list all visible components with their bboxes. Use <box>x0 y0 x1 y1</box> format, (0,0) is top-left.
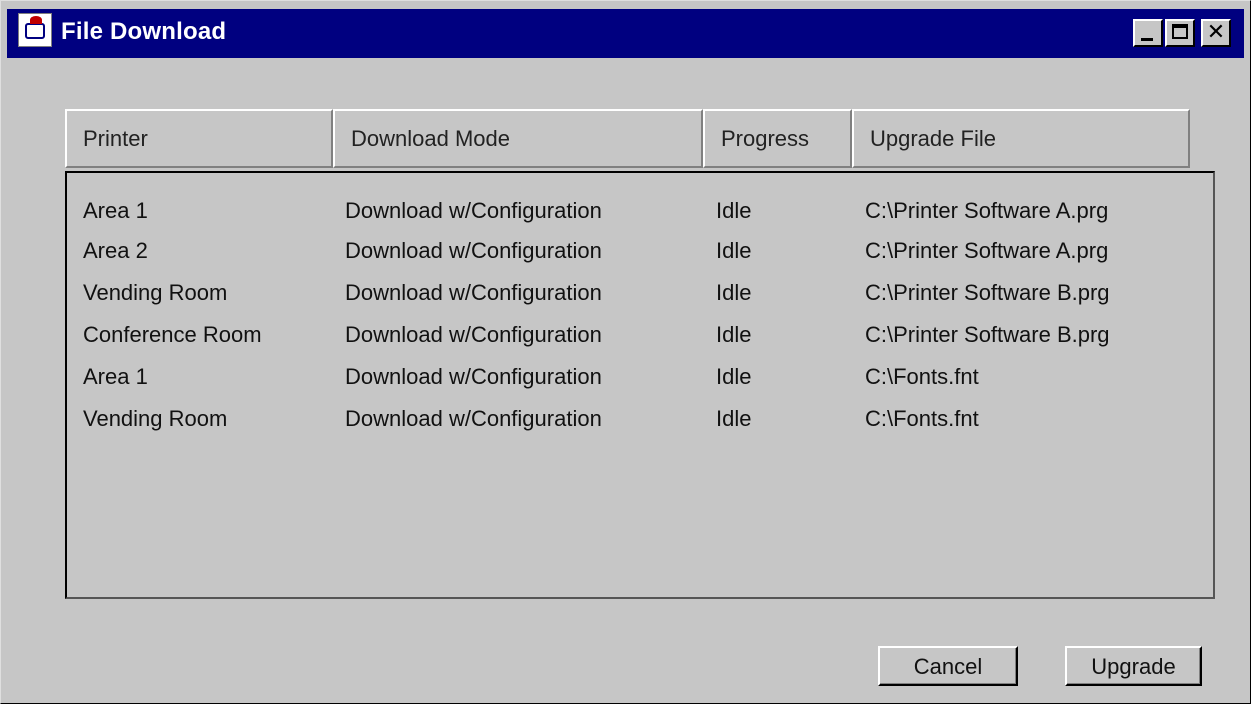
upgrade-button[interactable]: Upgrade <box>1065 646 1202 686</box>
table-row[interactable]: Area 2 Download w/Configuration Idle C:\… <box>67 231 1213 271</box>
progress-cell: Idle <box>716 322 752 347</box>
title-bar[interactable]: File Download ✕ <box>7 9 1244 58</box>
cancel-button[interactable]: Cancel <box>878 646 1018 686</box>
progress-cell: Idle <box>716 406 752 431</box>
download-mode-cell: Download w/Configuration <box>345 364 602 389</box>
window-title: File Download <box>61 18 227 45</box>
printer-cell: Area 1 <box>83 364 148 389</box>
maximize-button[interactable] <box>1165 19 1195 47</box>
download-mode-cell: Download w/Configuration <box>345 280 602 305</box>
column-header-upgrade-file[interactable]: Upgrade File <box>852 109 1190 168</box>
progress-cell: Idle <box>716 198 752 223</box>
printer-cell: Conference Room <box>83 322 262 347</box>
column-header-download-mode[interactable]: Download Mode <box>333 109 703 168</box>
download-mode-cell: Download w/Configuration <box>345 406 602 431</box>
minimize-button[interactable] <box>1133 19 1163 47</box>
download-mode-cell: Download w/Configuration <box>345 198 602 223</box>
upgrade-file-cell: C:\Printer Software B.prg <box>865 322 1110 347</box>
table-header: Printer Download Mode Progress Upgrade F… <box>65 109 1190 168</box>
table-row[interactable]: Vending Room Download w/Configuration Id… <box>67 399 1213 439</box>
printer-cell: Vending Room <box>83 406 228 431</box>
upgrade-file-cell: C:\Printer Software A.prg <box>865 198 1109 223</box>
download-mode-cell: Download w/Configuration <box>345 238 602 263</box>
download-table: Area 1 Download w/Configuration Idle C:\… <box>65 171 1215 599</box>
table-row[interactable]: Conference Room Download w/Configuration… <box>67 315 1213 355</box>
printer-cell: Vending Room <box>83 280 228 305</box>
upgrade-file-cell: C:\Printer Software B.prg <box>865 280 1110 305</box>
printer-cell: Area 2 <box>83 238 148 263</box>
close-icon: ✕ <box>1206 20 1226 45</box>
download-mode-cell: Download w/Configuration <box>345 322 602 347</box>
progress-cell: Idle <box>716 280 752 305</box>
upgrade-file-cell: C:\Printer Software A.prg <box>865 238 1109 263</box>
progress-cell: Idle <box>716 238 752 263</box>
progress-cell: Idle <box>716 364 752 389</box>
column-header-printer[interactable]: Printer <box>65 109 333 168</box>
table-row[interactable]: Area 1 Download w/Configuration Idle C:\… <box>67 357 1213 397</box>
printer-cell: Area 1 <box>83 198 148 223</box>
java-cup-icon <box>18 13 52 47</box>
table-row[interactable]: Vending Room Download w/Configuration Id… <box>67 273 1213 313</box>
upgrade-file-cell: C:\Fonts.fnt <box>865 364 979 389</box>
upgrade-file-cell: C:\Fonts.fnt <box>865 406 979 431</box>
column-header-progress[interactable]: Progress <box>703 109 852 168</box>
table-row[interactable]: Area 1 Download w/Configuration Idle C:\… <box>67 191 1213 231</box>
close-button[interactable]: ✕ <box>1201 19 1231 47</box>
file-download-window: File Download ✕ Printer Download Mode Pr… <box>0 0 1251 704</box>
